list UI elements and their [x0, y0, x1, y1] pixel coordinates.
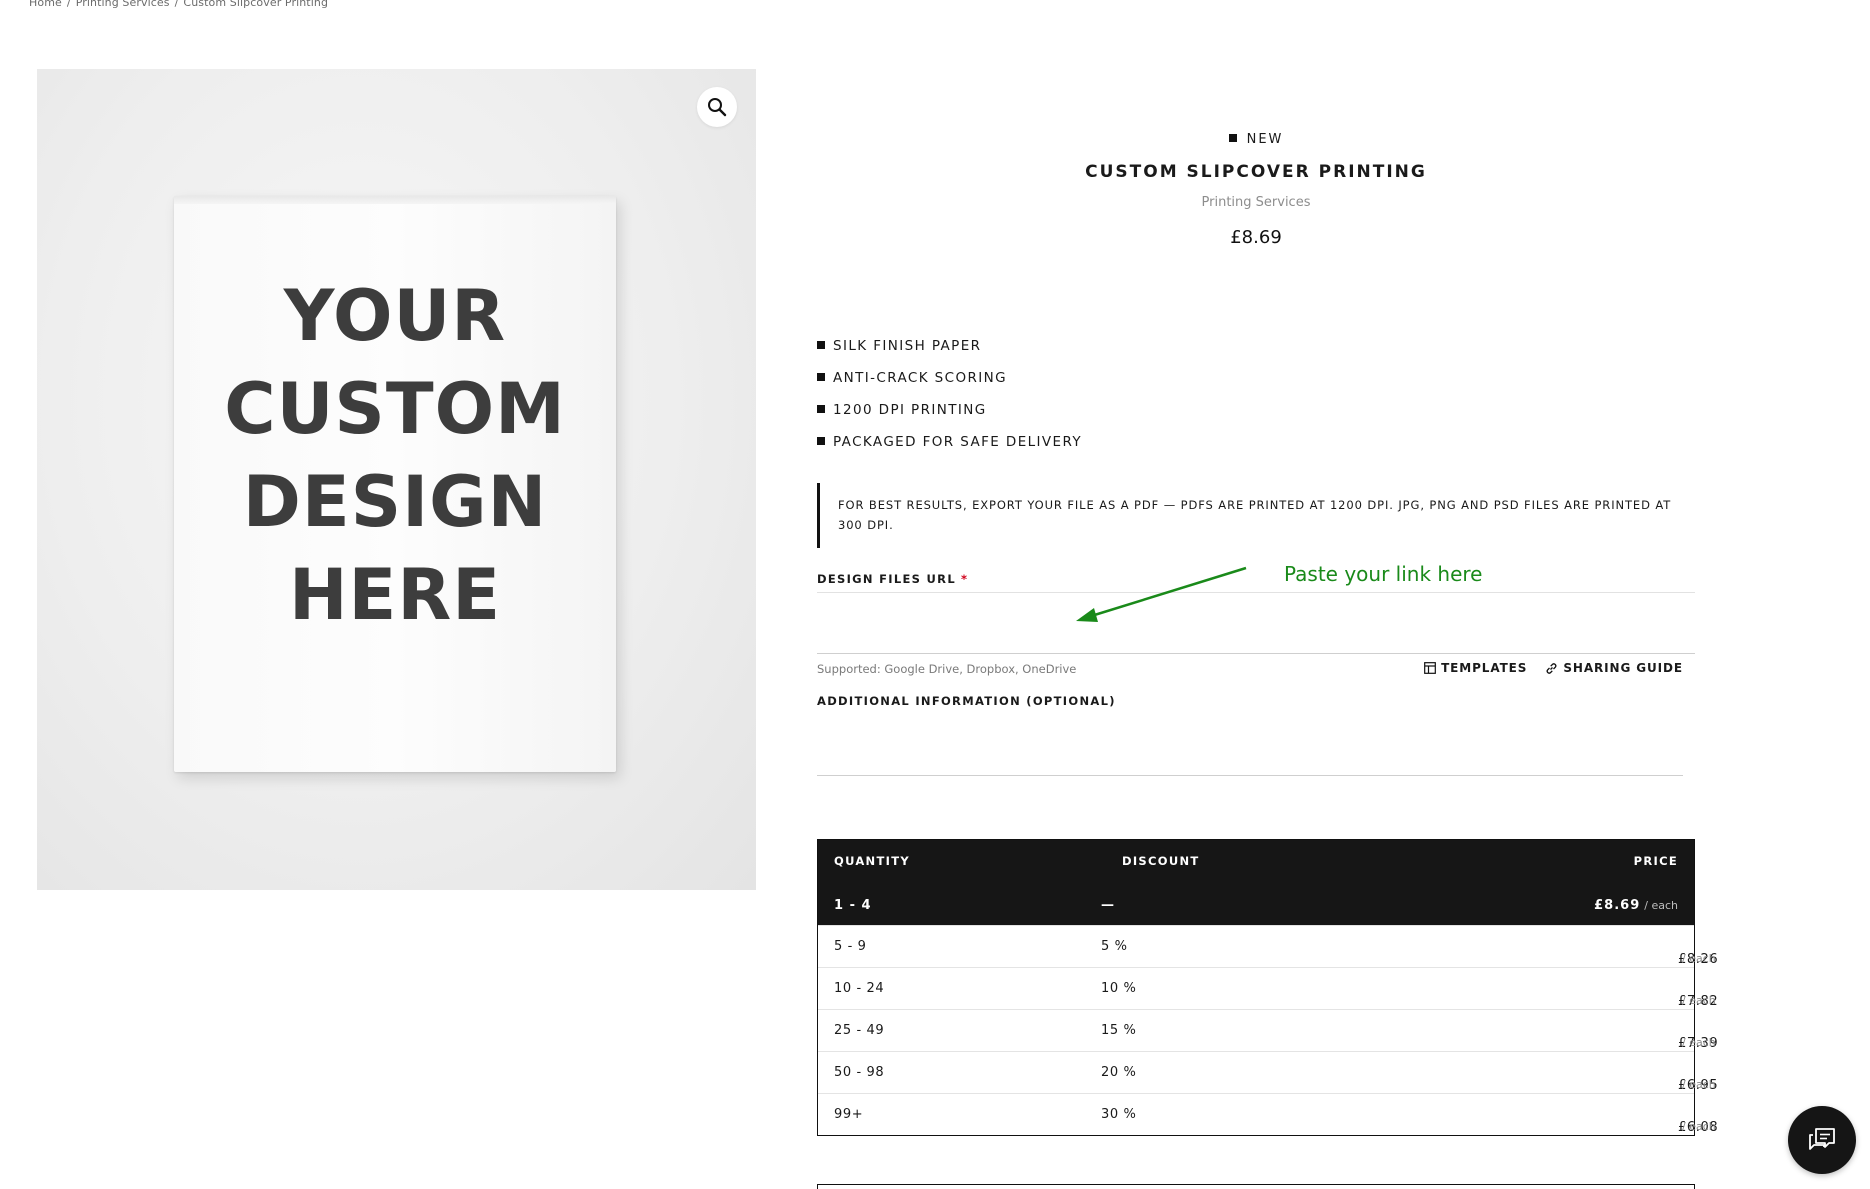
required-mark: *: [960, 572, 969, 586]
design-url-label-text: DESIGN FILES URL: [817, 572, 956, 586]
table-row: 50 - 98 20 % £6.95/ each: [818, 1051, 1718, 1093]
tier-quantity: 50 - 98: [834, 1065, 885, 1080]
tier-discount: 10 %: [1101, 981, 1137, 996]
feature-item: ANTI-CRACK SCORING: [817, 368, 1082, 400]
tier-quantity: 99+: [834, 1107, 864, 1122]
each-label: / each: [1682, 994, 1716, 1007]
feature-label: 1200 DPI PRINTING: [833, 402, 987, 418]
new-badge: NEW: [817, 132, 1695, 147]
col-discount: DISCOUNT: [1122, 854, 1200, 868]
mockup-line: HERE: [288, 554, 502, 636]
feature-label: ANTI-CRACK SCORING: [833, 370, 1008, 386]
each-label: / each: [1682, 1036, 1716, 1049]
pricing-table: QUANTITY DISCOUNT PRICE 1 - 4 — £8.69/ e…: [817, 839, 1718, 1136]
additional-info-input[interactable]: [817, 712, 1683, 776]
tier-quantity: 5 - 9: [834, 939, 867, 954]
tier-quantity: 10 - 24: [834, 981, 885, 996]
table-row: 5 - 9 5 % £8.26/ each: [818, 925, 1718, 967]
square-bullet-icon: [817, 405, 825, 413]
help-links: TEMPLATES SHARING GUIDE: [1424, 661, 1683, 675]
magnifier-icon: [708, 98, 727, 117]
mockup-line: DESIGN: [242, 461, 548, 543]
file-format-note: FOR BEST RESULTS, EXPORT YOUR FILE AS A …: [817, 483, 1695, 548]
templates-link[interactable]: TEMPLATES: [1424, 661, 1527, 675]
feature-item: SILK FINISH PAPER: [817, 336, 1082, 368]
feature-label: SILK FINISH PAPER: [833, 338, 982, 354]
chat-button[interactable]: [1788, 1106, 1856, 1174]
slipcover-top-edge: [174, 196, 616, 204]
tier-quantity: 25 - 49: [834, 1023, 885, 1038]
table-row: 25 - 49 15 % £7.39/ each: [818, 1009, 1718, 1051]
each-label: / each: [1682, 952, 1716, 965]
annotation-arrow-icon: [1076, 566, 1247, 622]
tier-discount: 5 %: [1101, 939, 1128, 954]
each-label: / each: [1682, 1120, 1716, 1133]
product-category[interactable]: Printing Services: [817, 195, 1695, 210]
feature-item: 1200 DPI PRINTING: [817, 400, 1082, 432]
tier-discount: 30 %: [1101, 1107, 1137, 1122]
col-quantity: QUANTITY: [834, 854, 910, 868]
templates-label: TEMPLATES: [1441, 661, 1528, 675]
tier-discount: —: [1101, 898, 1115, 913]
breadcrumb: Home / Printing Services / Custom Slipcover …: [29, 0, 328, 9]
design-url-label: DESIGN FILES URL *: [817, 572, 968, 586]
breadcrumb-home[interactable]: Home: [29, 0, 62, 9]
feature-item: PACKAGED FOR SAFE DELIVERY: [817, 432, 1082, 464]
table-row: 99+ 30 % £6.08/ each: [818, 1093, 1718, 1135]
chat-bubbles-icon: [1809, 1128, 1835, 1150]
link-icon: [1546, 662, 1557, 674]
mockup-text: YOUR CUSTOM DESIGN HERE: [174, 270, 616, 642]
product-title: CUSTOM SLIPCOVER PRINTING: [1085, 162, 1427, 182]
tier-price: £8.69/ each: [1594, 898, 1678, 913]
breadcrumb-current: Custom Slipcover Printing: [183, 0, 329, 9]
feature-list: SILK FINISH PAPER ANTI-CRACK SCORING 120…: [817, 336, 1082, 464]
tier-quantity: 1 - 4: [834, 898, 872, 913]
col-price: PRICE: [1633, 854, 1678, 868]
annotation-text: Paste your link here: [1284, 562, 1483, 586]
next-section-border: [817, 1184, 1695, 1189]
each-label: / each: [1682, 1078, 1716, 1091]
sharing-guide-link[interactable]: SHARING GUIDE: [1545, 661, 1683, 675]
square-bullet-icon: [817, 373, 825, 381]
table-row: 10 - 24 10 % £7.82/ each: [818, 967, 1718, 1009]
tier-discount: 20 %: [1101, 1065, 1137, 1080]
badge-label: NEW: [1246, 132, 1284, 147]
breadcrumb-separator: /: [66, 0, 71, 9]
square-bullet-icon: [817, 341, 825, 349]
breadcrumb-separator: /: [174, 0, 179, 9]
feature-label: PACKAGED FOR SAFE DELIVERY: [833, 434, 1083, 450]
zoom-button[interactable]: [697, 87, 737, 127]
square-bullet-icon: [817, 437, 825, 445]
sharing-guide-label: SHARING GUIDE: [1563, 661, 1683, 675]
breadcrumb-category[interactable]: Printing Services: [76, 0, 170, 9]
product-image[interactable]: YOUR CUSTOM DESIGN HERE: [37, 69, 756, 890]
tier-price-value: £8.69: [1594, 898, 1641, 913]
supported-services-text: Supported: Google Drive, Dropbox, OneDri…: [817, 662, 1077, 676]
mockup-line: YOUR: [283, 275, 507, 357]
pricing-table-header: QUANTITY DISCOUNT PRICE 1 - 4 — £8.69/ e…: [818, 840, 1694, 925]
each-label: / each: [1644, 899, 1678, 912]
tier-discount: 15 %: [1101, 1023, 1137, 1038]
slipcover-mockup: YOUR CUSTOM DESIGN HERE: [174, 196, 616, 772]
additional-info-label: ADDITIONAL INFORMATION (OPTIONAL): [817, 694, 1116, 708]
square-bullet-icon: [1228, 134, 1237, 142]
template-icon: [1424, 662, 1436, 674]
mockup-line: CUSTOM: [224, 368, 566, 450]
product-price: £8.69: [1230, 227, 1282, 248]
